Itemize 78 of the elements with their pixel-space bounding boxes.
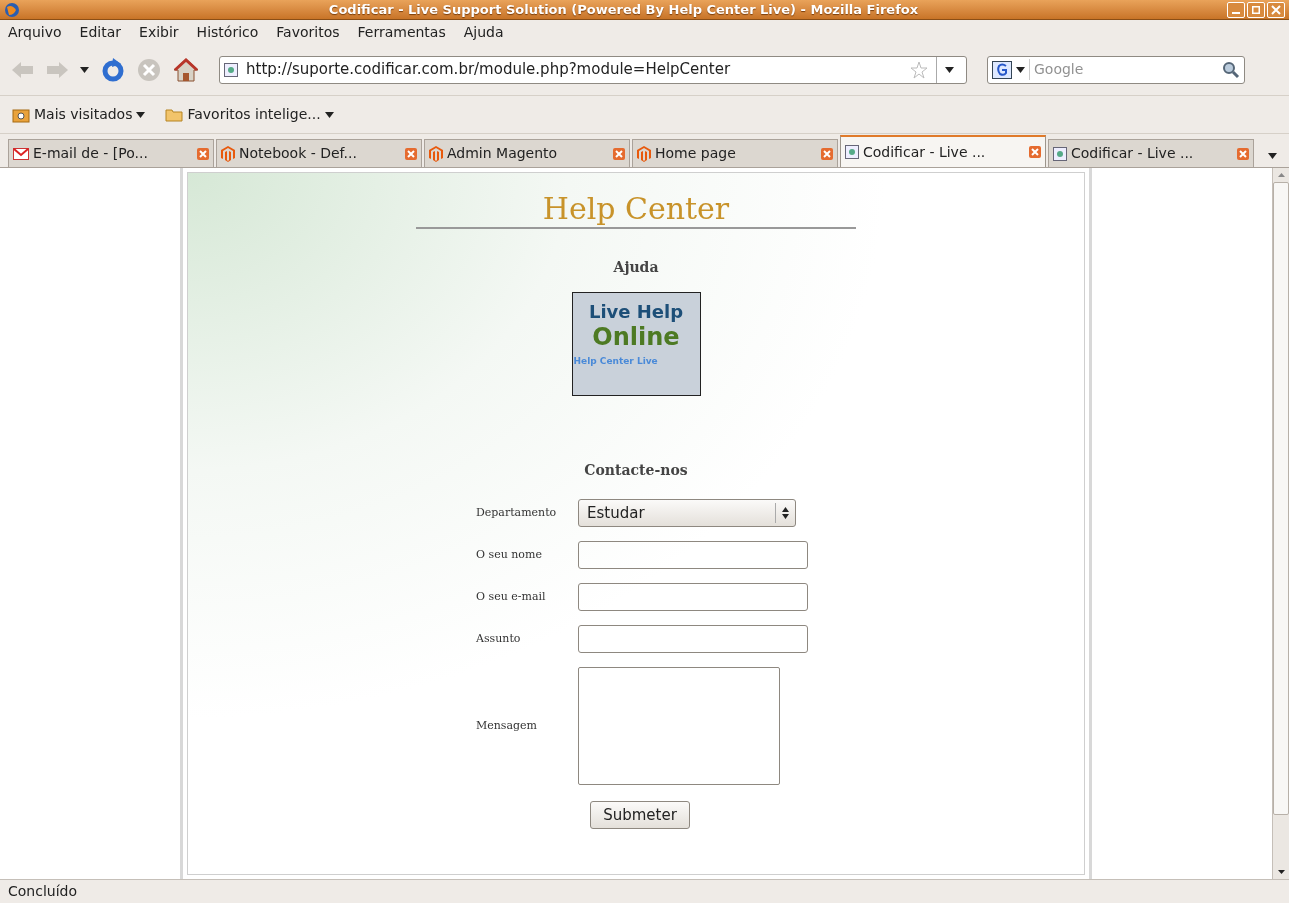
folder-icon (12, 106, 30, 123)
reload-icon[interactable] (101, 57, 125, 82)
hexagon-logo-icon (637, 145, 651, 162)
live-help-banner[interactable]: Live Help Online Help Center Live (571, 292, 701, 396)
form-heading: Contacte-nos (584, 461, 688, 480)
address-field[interactable]: http://suporte.codificar.com.br/module.php?module=HelpCenter (219, 55, 967, 84)
history-caret-icon (80, 66, 89, 73)
star-icon[interactable] (910, 60, 928, 79)
browser-tab[interactable]: Codificar - Live ... (1048, 139, 1254, 167)
banner-title: Live Help (588, 301, 684, 323)
caret-icon (1016, 66, 1025, 73)
globe-icon (4, 1, 20, 18)
browser-tab[interactable]: E-mail de - [Po... (8, 139, 214, 167)
close-button[interactable] (1267, 1, 1285, 18)
minimize-icon (1232, 11, 1240, 14)
field-label: Assunto (476, 630, 522, 647)
bookmark-item[interactable]: Mais visitados (12, 104, 146, 125)
field-label: Departamento (476, 504, 558, 521)
spinner-arrows-icon (782, 507, 789, 519)
menu-item[interactable]: Ferramentas (357, 21, 446, 43)
field-label: Mensagem (476, 717, 539, 734)
page-icon (224, 62, 238, 77)
envelope-icon (13, 147, 29, 160)
banner-online: Online (592, 323, 680, 351)
caret-icon (324, 111, 334, 118)
close-icon[interactable] (197, 147, 209, 160)
browser-tab[interactable]: Codificar - Live ... (840, 135, 1046, 167)
text-field[interactable] (578, 541, 808, 569)
text-field[interactable] (578, 625, 808, 653)
url-text: http://suporte.codificar.com.br/module.php?module=HelpCenter (246, 59, 732, 81)
caret-icon (136, 111, 146, 118)
browser-tab[interactable]: Notebook - Def... (216, 139, 422, 167)
hexagon-logo-icon (429, 145, 443, 162)
menu-item[interactable]: Ajuda (463, 21, 504, 43)
bookmark-item[interactable]: Favoritos intelige... (165, 104, 334, 125)
close-icon[interactable] (1029, 146, 1041, 158)
close-icon[interactable] (1237, 147, 1249, 160)
page-icon (1053, 146, 1067, 161)
hexagon-logo-icon (221, 145, 235, 162)
close-icon[interactable] (821, 147, 833, 160)
section-heading: Ajuda (613, 258, 659, 277)
close-icon[interactable] (613, 147, 625, 160)
folder-icon (165, 107, 184, 122)
maximize-icon (1252, 5, 1260, 14)
text-field[interactable] (578, 583, 808, 611)
dropdown-caret-icon (945, 66, 954, 73)
message-field[interactable] (578, 667, 780, 785)
tab-list-caret-icon (1268, 153, 1277, 159)
menu-item[interactable]: Arquivo (8, 21, 62, 43)
search-field[interactable]: Google (987, 55, 1245, 84)
search-icon[interactable] (1222, 60, 1240, 79)
close-icon (1271, 4, 1281, 15)
field-label: O seu e-mail (476, 588, 547, 605)
search-engine-icon[interactable] (992, 60, 1012, 79)
page-icon (845, 145, 859, 159)
submit-button[interactable]: Submeter (590, 801, 690, 829)
stop-icon[interactable] (137, 57, 161, 82)
close-icon[interactable] (405, 147, 417, 160)
browser-tab[interactable]: Home page (632, 139, 838, 167)
department-select[interactable]: Estudar (578, 499, 796, 527)
menu-item[interactable]: Exibir (139, 21, 179, 43)
home-icon[interactable] (173, 57, 199, 82)
scroll-up-icon[interactable] (1277, 173, 1285, 177)
maximize-button[interactable] (1247, 1, 1265, 18)
scroll-thumb[interactable] (1273, 182, 1289, 815)
menu-item[interactable]: Editar (79, 21, 122, 43)
status-text: Concluído (8, 882, 77, 901)
menu-item[interactable]: Histórico (196, 21, 259, 43)
page-heading: Help Center (542, 191, 730, 227)
minimize-button[interactable] (1227, 1, 1245, 18)
browser-tab[interactable]: Admin Magento (424, 139, 630, 167)
banner-subtitle: Help Center Live (572, 355, 658, 368)
scroll-down-icon[interactable] (1277, 870, 1285, 874)
field-label: O seu nome (476, 546, 543, 563)
menu-item[interactable]: Favoritos (276, 21, 340, 43)
search-input[interactable]: Google (1029, 59, 1218, 80)
scrollbar[interactable] (1272, 168, 1289, 879)
window-title: Codificar - Live Support Solution (Powered By Help Center Live) - Mozilla Firefox (327, 0, 920, 19)
